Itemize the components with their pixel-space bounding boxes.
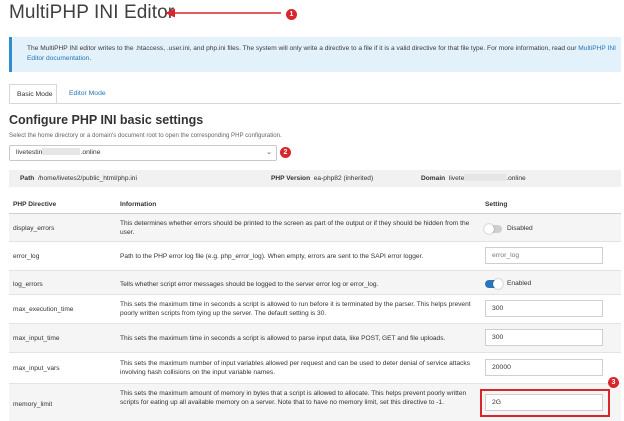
table-row: log_errors Tells whether script error me… <box>9 271 621 295</box>
directive-info: This sets the maximum amount of memory i… <box>120 390 467 406</box>
table-row: max_execution_time This sets the maximum… <box>9 295 621 324</box>
info-text: The MultiPHP INI editor writes to the .h… <box>27 45 579 52</box>
max-execution-time-input[interactable]: 300 <box>485 300 603 317</box>
section-subtext: Select the home directory or a domain's … <box>9 132 282 139</box>
domain-select-suffix: .online <box>80 149 101 156</box>
annotation-highlight-box <box>480 389 610 417</box>
toggle-knob <box>493 279 503 289</box>
directive-name: max_execution_time <box>13 306 74 313</box>
column-header-setting: Setting <box>485 201 508 208</box>
directive-name: max_input_time <box>13 335 60 342</box>
directive-info: Tells whether script error messages shou… <box>120 281 379 288</box>
section-heading: Configure PHP INI basic settings <box>9 113 204 127</box>
max-input-vars-input[interactable]: 20000 <box>485 359 603 376</box>
domain-value-prefix: livete <box>448 175 465 182</box>
directive-info: Path to the PHP error log file (e.g. php… <box>120 253 424 260</box>
domain-value-suffix: .online <box>506 175 526 182</box>
info-callout: The MultiPHP INI editor writes to the .h… <box>9 37 621 72</box>
tabs-divider <box>9 103 621 104</box>
tab-basic-mode[interactable]: Basic Mode <box>9 84 57 104</box>
info-text-end: . <box>89 54 92 62</box>
tab-editor-mode[interactable]: Editor Mode <box>62 84 113 104</box>
directive-name: display_errors <box>13 225 55 232</box>
chevron-down-icon: ⌄ <box>266 149 272 156</box>
callout-badge-2: 2 <box>280 147 291 158</box>
domain-select[interactable]: livetestin .online ⌄ <box>9 145 277 161</box>
callout-badge-1: 1 <box>286 9 297 20</box>
php-version-value: ea-php82 (inherited) <box>313 175 374 182</box>
toggle-knob <box>484 224 494 234</box>
page-title: MultiPHP INI Editor <box>9 2 175 23</box>
php-version-label: PHP Version <box>271 175 311 182</box>
directive-name: error_log <box>13 253 40 260</box>
toggle-status-label: Enabled <box>507 280 532 287</box>
error-log-input[interactable]: error_log <box>485 247 603 264</box>
directive-name: log_errors <box>13 281 43 288</box>
directive-info: This sets the maximum time in seconds a … <box>120 335 446 342</box>
table-row: max_input_time This sets the maximum tim… <box>9 324 621 353</box>
table-row: max_input_vars This sets the maximum num… <box>9 353 621 384</box>
display-errors-toggle[interactable] <box>484 224 502 234</box>
directive-info: This sets the maximum number of input va… <box>120 360 471 376</box>
redacted-text <box>42 148 81 155</box>
annotation-arrow <box>165 8 281 18</box>
path-info-bar: Path /home/livetes2/public_html/php.ini … <box>9 170 621 187</box>
path-label: Path <box>20 175 35 182</box>
directive-name: memory_limit <box>13 401 53 408</box>
directive-info: This sets the maximum time in seconds a … <box>120 301 471 317</box>
redacted-text <box>464 174 507 181</box>
callout-badge-3: 3 <box>608 377 619 388</box>
toggle-status-label: Disabled <box>507 225 533 232</box>
domain-select-prefix: livetestin <box>16 149 43 156</box>
column-header-information: Information <box>120 201 157 208</box>
path-value: /home/livetes2/public_html/php.ini <box>37 175 137 182</box>
column-header-directive: PHP Directive <box>13 201 57 208</box>
max-input-time-input[interactable]: 300 <box>485 329 603 346</box>
table-row: display_errors This determines whether e… <box>9 214 621 242</box>
domain-label: Domain <box>421 175 446 182</box>
directive-info: This determines whether errors should be… <box>120 220 470 236</box>
log-errors-toggle[interactable] <box>485 279 503 289</box>
directive-name: max_input_vars <box>13 365 60 372</box>
table-row: error_log Path to the PHP error log file… <box>9 242 621 271</box>
